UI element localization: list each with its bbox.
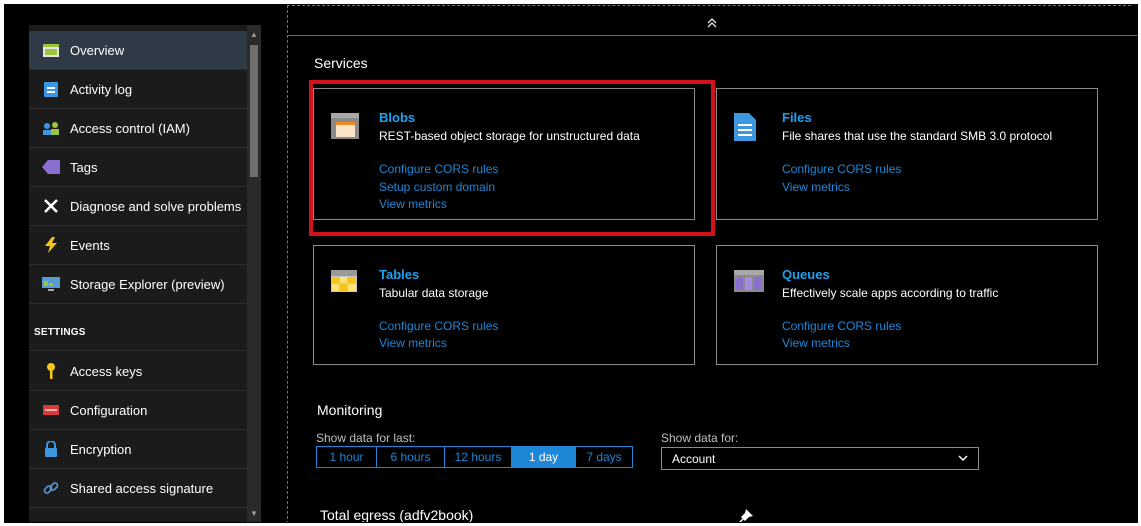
sidebar-item-label: Storage Explorer (preview) bbox=[70, 276, 225, 292]
chevron-down-icon bbox=[957, 452, 969, 467]
scroll-up-arrow-icon[interactable]: ▲ bbox=[247, 27, 261, 43]
time-option-7-days[interactable]: 7 days bbox=[576, 447, 632, 467]
view-metrics-link[interactable]: View metrics bbox=[379, 336, 447, 350]
sidebar-item-label: Shared access signature bbox=[70, 480, 214, 496]
time-option-12-hours[interactable]: 12 hours bbox=[445, 447, 512, 467]
pin-icon[interactable] bbox=[738, 509, 753, 522]
selection-border bbox=[287, 5, 1131, 6]
settings-section-header: SETTINGS bbox=[34, 327, 86, 338]
queue-icon bbox=[734, 270, 764, 296]
configure-cors-link[interactable]: Configure CORS rules bbox=[379, 319, 498, 333]
time-option-6-hours[interactable]: 6 hours bbox=[377, 447, 445, 467]
sidebar-item-label: Diagnose and solve problems bbox=[70, 198, 242, 214]
collapse-chevron-icon[interactable] bbox=[707, 18, 717, 31]
sidebar-item-overview[interactable]: Overview bbox=[29, 31, 247, 70]
sidebar-item-label: Events bbox=[70, 237, 110, 253]
divider bbox=[29, 350, 247, 351]
sidebar-item-label: Activity log bbox=[70, 81, 133, 97]
selection-border bbox=[287, 5, 288, 522]
sidebar-item-storage-explorer[interactable]: Storage Explorer (preview) bbox=[29, 265, 247, 304]
files-card[interactable]: Files File shares that use the standard … bbox=[716, 88, 1098, 220]
tables-card[interactable]: Tables Tabular data storage Configure CO… bbox=[313, 245, 695, 365]
sidebar-item-label: Overview bbox=[70, 42, 125, 58]
card-title[interactable]: Queues bbox=[782, 267, 830, 282]
card-description: Effectively scale apps according to traf… bbox=[782, 286, 999, 300]
card-description: File shares that use the standard SMB 3.… bbox=[782, 129, 1053, 143]
card-description: Tabular data storage bbox=[379, 286, 489, 300]
sidebar-item-tags[interactable]: Tags bbox=[29, 148, 247, 187]
highlight-box bbox=[309, 80, 715, 236]
card-title[interactable]: Tables bbox=[379, 267, 419, 282]
time-range-selector: 1 hour 6 hours 12 hours 1 day 7 days bbox=[316, 446, 633, 468]
portal-window: Overview Activity log Access control (IA… bbox=[4, 4, 1138, 523]
show-data-for-select[interactable]: Account bbox=[661, 447, 979, 470]
show-data-last-label: Show data for last: bbox=[316, 431, 416, 445]
view-metrics-link[interactable]: View metrics bbox=[782, 180, 850, 194]
main-content: Services Blobs REST-based object storage… bbox=[267, 5, 1137, 523]
lock-icon bbox=[41, 439, 61, 459]
configuration-icon bbox=[41, 400, 61, 420]
total-egress-title: Total egress (adfv2book) bbox=[320, 507, 474, 523]
show-data-for-label: Show data for: bbox=[661, 431, 739, 445]
storage-explorer-icon bbox=[41, 274, 61, 294]
sidebar-item-label: Encryption bbox=[70, 441, 132, 457]
queues-card[interactable]: Queues Effectively scale apps according … bbox=[716, 245, 1098, 365]
scroll-thumb[interactable] bbox=[250, 45, 258, 177]
sidebar-item-activity-log[interactable]: Activity log bbox=[29, 70, 247, 109]
configure-cors-link[interactable]: Configure CORS rules bbox=[782, 162, 901, 176]
sidebar-item-access-keys[interactable]: Access keys bbox=[29, 352, 247, 391]
scroll-down-arrow-icon[interactable]: ▼ bbox=[247, 506, 261, 522]
sidebar-item-shared-access-signature[interactable]: Shared access signature bbox=[29, 469, 247, 508]
sidebar-item-events[interactable]: Events bbox=[29, 226, 247, 265]
time-option-1-day[interactable]: 1 day bbox=[512, 447, 576, 467]
wrench-icon bbox=[41, 196, 61, 216]
time-option-1-hour[interactable]: 1 hour bbox=[317, 447, 377, 467]
services-heading: Services bbox=[314, 55, 368, 71]
file-icon bbox=[734, 113, 762, 141]
overview-icon bbox=[41, 40, 61, 60]
table-icon bbox=[331, 270, 359, 296]
sidebar-item-encryption[interactable]: Encryption bbox=[29, 430, 247, 469]
key-icon bbox=[41, 361, 61, 381]
sidebar-item-label: Access control (IAM) bbox=[70, 120, 190, 136]
sidebar-item-access-control[interactable]: Access control (IAM) bbox=[29, 109, 247, 148]
sidebar-item-label: Access keys bbox=[70, 363, 143, 379]
tag-icon bbox=[41, 157, 61, 177]
activity-log-icon bbox=[41, 79, 61, 99]
lightning-icon bbox=[41, 235, 61, 255]
sidebar-item-label: Tags bbox=[70, 159, 98, 175]
sidebar: Overview Activity log Access control (IA… bbox=[29, 25, 261, 522]
monitoring-heading: Monitoring bbox=[317, 402, 383, 418]
sidebar-scrollbar[interactable]: ▲ ▼ bbox=[247, 25, 261, 522]
people-icon bbox=[41, 118, 61, 138]
link-icon bbox=[41, 478, 61, 498]
configure-cors-link[interactable]: Configure CORS rules bbox=[782, 319, 901, 333]
card-title[interactable]: Files bbox=[782, 110, 812, 125]
divider bbox=[288, 35, 1137, 36]
sidebar-item-diagnose[interactable]: Diagnose and solve problems bbox=[29, 187, 247, 226]
sidebar-item-configuration[interactable]: Configuration bbox=[29, 391, 247, 430]
select-value: Account bbox=[672, 451, 716, 466]
sidebar-item-label: Configuration bbox=[70, 402, 148, 418]
view-metrics-link[interactable]: View metrics bbox=[782, 336, 850, 350]
